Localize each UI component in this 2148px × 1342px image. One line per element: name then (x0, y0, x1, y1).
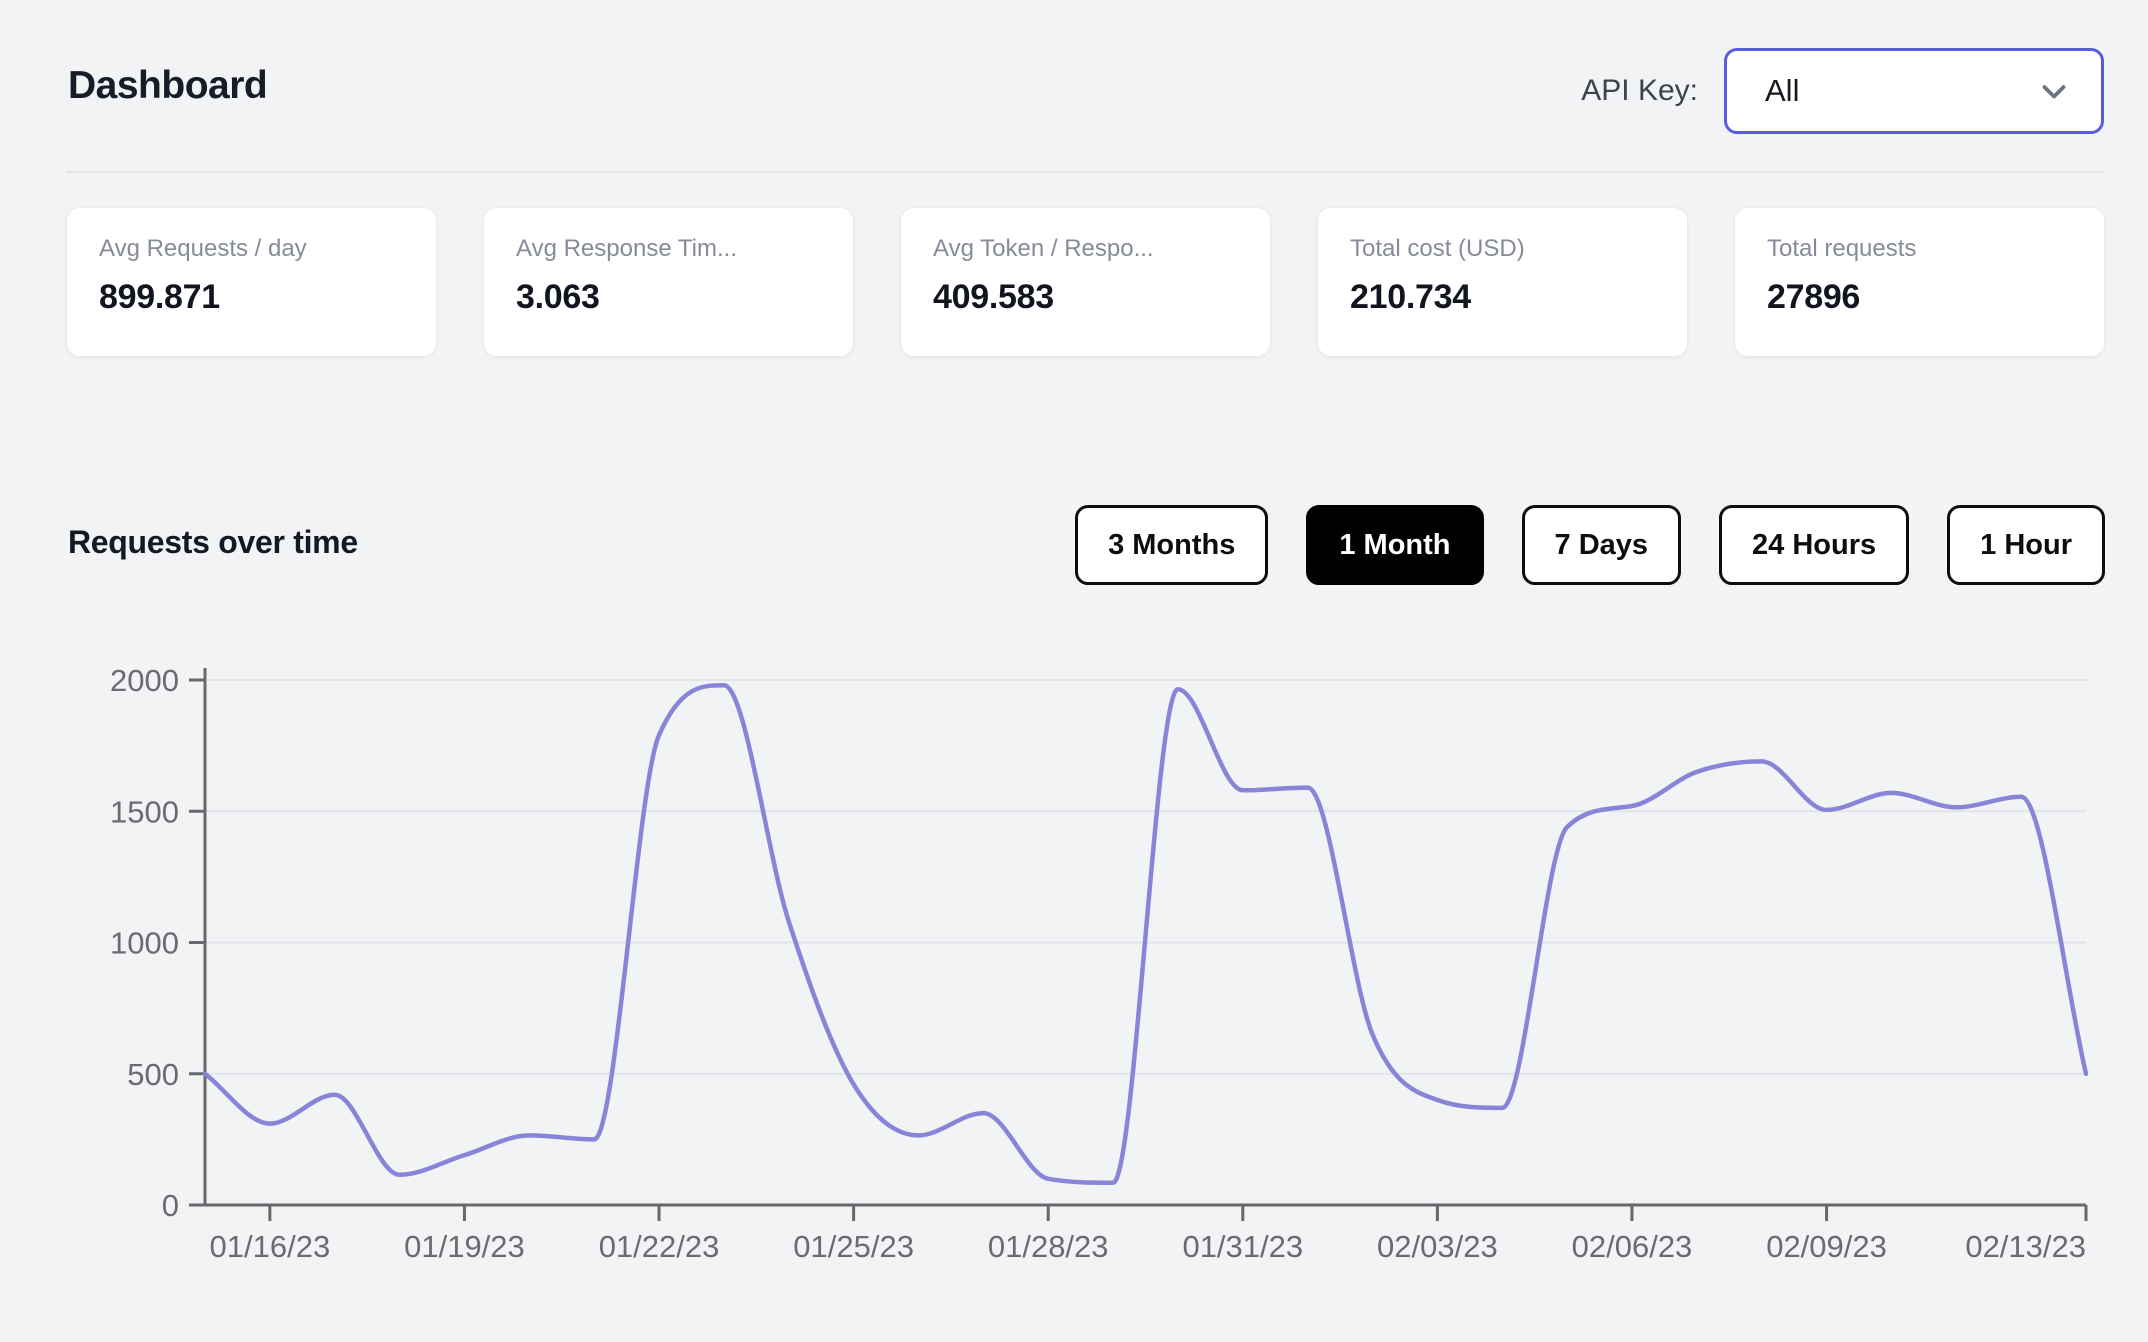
chart-section-title: Requests over time (68, 524, 358, 560)
stat-value: 210.734 (1350, 278, 1471, 316)
stat-card-avg-response-time: Avg Response Tim... 3.063 (483, 207, 854, 357)
stat-label: Avg Token / Respo... (933, 235, 1154, 262)
stat-card-avg-requests: Avg Requests / day 899.871 (66, 207, 437, 357)
api-key-selected-value: All (1765, 73, 1800, 108)
x-tick-label: 01/25/23 (793, 1229, 914, 1264)
range-button-1-hour[interactable]: 1 Hour (1947, 505, 2105, 585)
api-key-label: API Key: (1581, 74, 1698, 107)
dashboard-page: Dashboard API Key: All Avg Requests / da… (0, 0, 2148, 1342)
range-button-7-days[interactable]: 7 Days (1521, 505, 1682, 585)
time-range-button-group: 3 Months 1 Month 7 Days 24 Hours 1 Hour (1075, 505, 2105, 585)
stat-card-avg-token: Avg Token / Respo... 409.583 (900, 207, 1271, 357)
y-tick-label: 1500 (110, 794, 179, 829)
y-tick-label: 1000 (110, 926, 179, 961)
stat-card-total-cost: Total cost (USD) 210.734 (1317, 207, 1688, 357)
range-button-1-month[interactable]: 1 Month (1306, 505, 1484, 585)
page-title: Dashboard (68, 64, 268, 107)
x-tick-label: 01/22/23 (599, 1229, 720, 1264)
stat-value: 27896 (1767, 278, 1861, 316)
x-tick-label: 02/06/23 (1572, 1229, 1693, 1264)
stat-value: 3.063 (516, 278, 600, 316)
x-tick-label: 01/19/23 (404, 1229, 525, 1264)
stat-value: 409.583 (933, 278, 1054, 316)
x-tick-label: 01/31/23 (1182, 1229, 1303, 1264)
y-tick-label: 2000 (110, 663, 179, 698)
x-tick-label: 02/13/23 (1965, 1229, 2086, 1264)
x-tick-label: 01/16/23 (210, 1229, 331, 1264)
stat-card-total-requests: Total requests 27896 (1734, 207, 2105, 357)
stat-label: Avg Requests / day (99, 235, 307, 262)
header-divider (66, 171, 2104, 173)
y-tick-label: 0 (162, 1188, 179, 1223)
stat-label: Total requests (1767, 235, 1917, 262)
x-tick-label: 02/03/23 (1377, 1229, 1498, 1264)
range-button-24-hours[interactable]: 24 Hours (1719, 505, 1910, 585)
x-tick-label: 01/28/23 (988, 1229, 1109, 1264)
stats-card-row: Avg Requests / day 899.871 Avg Response … (66, 207, 2105, 357)
requests-over-time-chart[interactable]: 0 500 1000 1500 2000 01/16/23 01/19/23 01/22/23… (0, 620, 2148, 1342)
api-key-select[interactable]: All (1724, 48, 2104, 134)
chevron-down-icon (2035, 72, 2073, 110)
line-chart-canvas: 0 500 1000 1500 2000 01/16/23 01/19/23 01/22/23… (110, 663, 2089, 1264)
range-button-3-months[interactable]: 3 Months (1075, 505, 1269, 585)
x-tick-label: 02/09/23 (1766, 1229, 1887, 1264)
stat-value: 899.871 (99, 278, 220, 316)
y-tick-label: 500 (127, 1057, 179, 1092)
requests-series-line (202, 683, 2089, 1185)
api-key-row: API Key: All (1581, 48, 2104, 134)
stat-label: Total cost (USD) (1350, 235, 1525, 262)
stat-label: Avg Response Tim... (516, 235, 737, 262)
